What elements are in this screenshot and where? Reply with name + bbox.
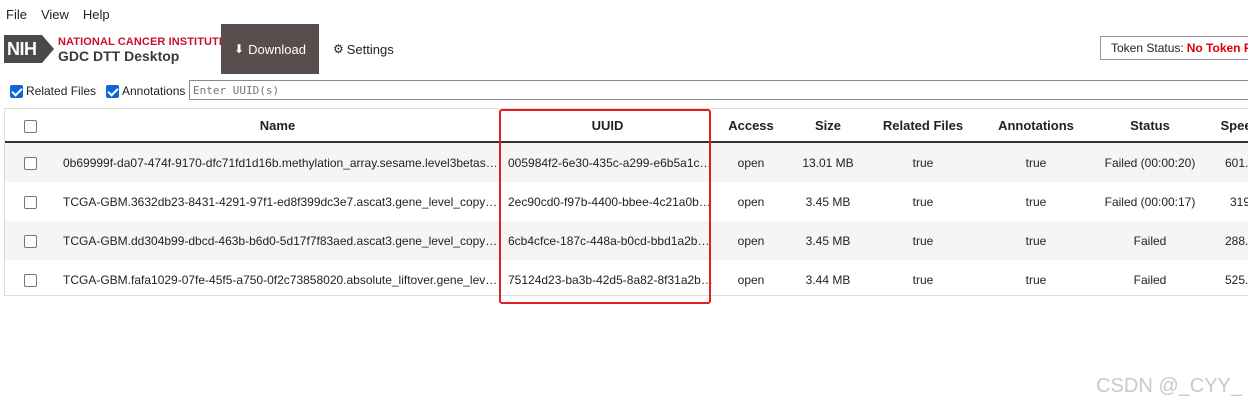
row-status: Failed — [1095, 260, 1205, 295]
nih-logo-chevron — [42, 35, 54, 63]
row-annotations: true — [977, 260, 1095, 295]
row-size: 3.45 MB — [787, 182, 869, 221]
token-status-label: Token Status: — [1111, 41, 1184, 55]
table-header-row: Name UUID Access Size Related Files Anno… — [5, 109, 1248, 143]
filter-bar: Related Files Annotations — [0, 80, 1248, 102]
col-annotations-header[interactable]: Annotations — [977, 109, 1095, 143]
uuid-input[interactable] — [189, 80, 1248, 100]
row-related-files: true — [869, 260, 977, 295]
file-table: Name UUID Access Size Related Files Anno… — [4, 108, 1248, 296]
table-row[interactable]: 0b69999f-da07-474f-9170-dfc71fd1d16b.met… — [5, 142, 1248, 182]
row-uuid: 6cb4cfce-187c-448a-b0cd-bbd1a2b3c4d5 — [500, 221, 715, 260]
toolbar: NIH NATIONAL CANCER INSTITUTE GDC DTT De… — [0, 24, 1248, 74]
logo-institute-name: NATIONAL CANCER INSTITUTE — [58, 36, 227, 48]
table-row[interactable]: TCGA-GBM.3632db23-8431-4291-97f1-ed8f399… — [5, 182, 1248, 221]
menu-file[interactable]: File — [6, 7, 27, 22]
row-status: Failed — [1095, 221, 1205, 260]
download-icon: ⬇ — [234, 42, 245, 56]
settings-button-label: Settings — [346, 41, 394, 57]
col-status-header[interactable]: Status — [1095, 109, 1205, 143]
row-uuid: 75124d23-ba3b-42d5-8a82-8f31a2b3c4d5 — [500, 260, 715, 295]
token-status: Token Status: No Token Found — [1100, 36, 1248, 60]
row-status: Failed (00:00:20) — [1095, 142, 1205, 182]
row-uuid: 005984f2-6e30-435c-a299-e6b5a1c2d3e4 — [500, 142, 715, 182]
related-files-filter[interactable]: Related Files — [10, 84, 96, 98]
logo-app-name: GDC DTT Desktop — [58, 48, 180, 64]
row-annotations: true — [977, 221, 1095, 260]
row-access: open — [715, 142, 787, 182]
row-checkbox[interactable] — [23, 234, 37, 248]
row-checkbox[interactable] — [23, 195, 37, 209]
col-speed-header[interactable]: Speed — [1205, 109, 1248, 143]
settings-button[interactable]: ⚙ Settings — [333, 24, 394, 74]
download-button-label: Download — [248, 41, 306, 57]
row-speed: 288.8 — [1205, 221, 1248, 260]
row-access: open — [715, 221, 787, 260]
row-size: 3.44 MB — [787, 260, 869, 295]
menu-help[interactable]: Help — [83, 7, 110, 22]
annotations-label: Annotations — [122, 84, 186, 98]
row-status: Failed (00:00:17) — [1095, 182, 1205, 221]
col-name-header[interactable]: Name — [55, 109, 500, 143]
row-name: TCGA-GBM.fafa1029-07fe-45f5-a750-0f2c738… — [55, 260, 500, 295]
row-speed: 319 — [1205, 182, 1248, 221]
col-related-files-header[interactable]: Related Files — [869, 109, 977, 143]
col-size-header[interactable]: Size — [787, 109, 869, 143]
gear-icon: ⚙ — [333, 42, 344, 56]
row-size: 13.01 MB — [787, 142, 869, 182]
row-checkbox[interactable] — [23, 273, 37, 287]
col-access-header[interactable]: Access — [715, 109, 787, 143]
row-speed: 601.6 — [1205, 142, 1248, 182]
row-related-files: true — [869, 221, 977, 260]
related-files-checkbox[interactable] — [10, 84, 23, 98]
row-speed: 525.4 — [1205, 260, 1248, 295]
row-name: TCGA-GBM.3632db23-8431-4291-97f1-ed8f399… — [55, 182, 500, 221]
related-files-label: Related Files — [26, 84, 97, 98]
row-annotations: true — [977, 182, 1095, 221]
menu-view[interactable]: View — [41, 7, 69, 22]
row-size: 3.45 MB — [787, 221, 869, 260]
col-uuid-header[interactable]: UUID — [500, 109, 715, 143]
select-all-cell — [5, 109, 55, 143]
row-access: open — [715, 260, 787, 295]
row-related-files: true — [869, 142, 977, 182]
annotations-checkbox[interactable] — [106, 84, 119, 98]
row-access: open — [715, 182, 787, 221]
table-row[interactable]: TCGA-GBM.dd304b99-dbcd-463b-b6d0-5d17f7f… — [5, 221, 1248, 260]
row-name: TCGA-GBM.dd304b99-dbcd-463b-b6d0-5d17f7f… — [55, 221, 500, 260]
row-uuid: 2ec90cd0-f97b-4400-bbee-4c21a0b1c2d3 — [500, 182, 715, 221]
token-status-value: No Token Found — [1186, 41, 1248, 55]
nci-logo: NIH NATIONAL CANCER INSTITUTE GDC DTT De… — [4, 34, 226, 66]
row-related-files: true — [869, 182, 977, 221]
select-all-checkbox[interactable] — [23, 119, 37, 133]
download-button[interactable]: ⬇ Download — [221, 24, 319, 74]
row-annotations: true — [977, 142, 1095, 182]
row-checkbox[interactable] — [23, 156, 37, 170]
annotations-filter[interactable]: Annotations — [106, 84, 185, 98]
row-name: 0b69999f-da07-474f-9170-dfc71fd1d16b.met… — [55, 142, 500, 182]
nih-logo-box: NIH — [4, 35, 42, 63]
watermark: CSDN @_CYY_ — [1096, 375, 1242, 397]
table-row[interactable]: TCGA-GBM.fafa1029-07fe-45f5-a750-0f2c738… — [5, 260, 1248, 295]
